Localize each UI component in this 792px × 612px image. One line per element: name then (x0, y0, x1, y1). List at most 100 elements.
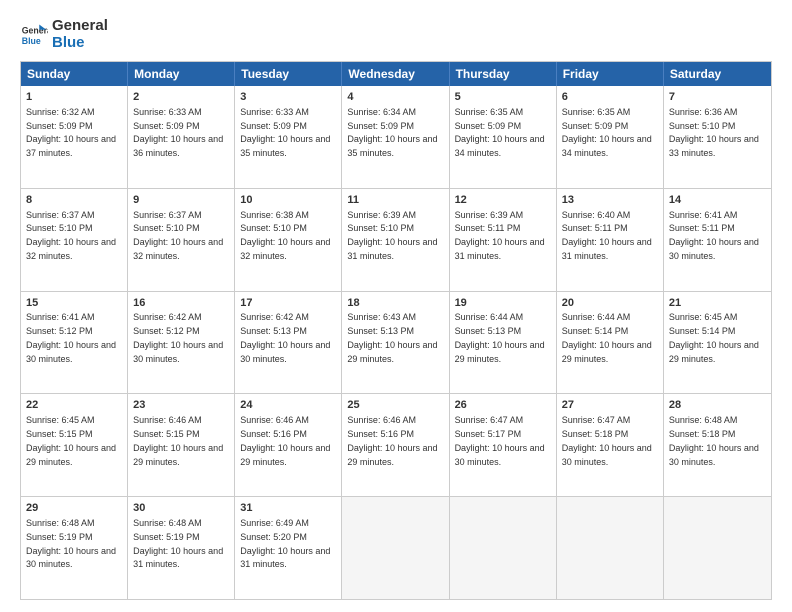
sunrise-info: Sunrise: 6:47 AM (562, 415, 631, 425)
cal-header-friday: Friday (557, 62, 664, 86)
day-number: 27 (562, 398, 658, 413)
cal-header-monday: Monday (128, 62, 235, 86)
sunset-info: Sunset: 5:10 PM (240, 223, 307, 233)
sunset-info: Sunset: 5:10 PM (133, 223, 200, 233)
cal-cell-day-3: 3Sunrise: 6:33 AMSunset: 5:09 PMDaylight… (235, 86, 342, 188)
sunset-info: Sunset: 5:18 PM (562, 429, 629, 439)
day-number: 25 (347, 398, 443, 413)
day-number: 26 (455, 398, 551, 413)
day-number: 13 (562, 193, 658, 208)
daylight-label: Daylight: 10 hours and 31 minutes. (347, 237, 437, 261)
cal-cell-day-2: 2Sunrise: 6:33 AMSunset: 5:09 PMDaylight… (128, 86, 235, 188)
page: General Blue General Blue SundayMondayTu… (0, 0, 792, 612)
cal-cell-day-24: 24Sunrise: 6:46 AMSunset: 5:16 PMDayligh… (235, 394, 342, 496)
daylight-label: Daylight: 10 hours and 29 minutes. (562, 340, 652, 364)
sunrise-info: Sunrise: 6:36 AM (669, 107, 738, 117)
daylight-label: Daylight: 10 hours and 31 minutes. (455, 237, 545, 261)
sunrise-info: Sunrise: 6:43 AM (347, 312, 416, 322)
cal-cell-day-19: 19Sunrise: 6:44 AMSunset: 5:13 PMDayligh… (450, 292, 557, 394)
sunrise-info: Sunrise: 6:46 AM (347, 415, 416, 425)
cal-header-wednesday: Wednesday (342, 62, 449, 86)
cal-cell-day-28: 28Sunrise: 6:48 AMSunset: 5:18 PMDayligh… (664, 394, 771, 496)
sunset-info: Sunset: 5:11 PM (669, 223, 735, 233)
cal-cell-day-29: 29Sunrise: 6:48 AMSunset: 5:19 PMDayligh… (21, 497, 128, 599)
sunrise-info: Sunrise: 6:32 AM (26, 107, 95, 117)
cal-week-1: 1 Sunrise: 6:32 AM Sunset: 5:09 PM Daylight… (21, 86, 771, 189)
sunrise-info: Sunrise: 6:48 AM (133, 518, 202, 528)
sunrise-info: Sunrise: 6:47 AM (455, 415, 524, 425)
svg-text:General: General (22, 25, 48, 35)
day-number: 28 (669, 398, 766, 413)
cal-cell-day-17: 17Sunrise: 6:42 AMSunset: 5:13 PMDayligh… (235, 292, 342, 394)
sunset-info: Sunset: 5:13 PM (347, 326, 414, 336)
calendar-header-row: SundayMondayTuesdayWednesdayThursdayFrid… (21, 62, 771, 86)
sunset-info: Sunset: 5:18 PM (669, 429, 736, 439)
daylight-label: Daylight: 10 hours and 30 minutes. (240, 340, 330, 364)
cal-cell-empty (450, 497, 557, 599)
day-number: 5 (455, 90, 551, 105)
cal-cell-empty (342, 497, 449, 599)
daylight-label: Daylight: 10 hours and 29 minutes. (347, 443, 437, 467)
day-number: 2 (133, 90, 229, 105)
sunset-info: Sunset: 5:13 PM (240, 326, 307, 336)
day-number: 23 (133, 398, 229, 413)
daylight-label: Daylight: 10 hours and 33 minutes. (669, 134, 759, 158)
sunrise-info: Sunrise: 6:42 AM (133, 312, 202, 322)
sunrise-info: Sunrise: 6:40 AM (562, 210, 631, 220)
cal-cell-day-4: 4Sunrise: 6:34 AMSunset: 5:09 PMDaylight… (342, 86, 449, 188)
sunset-info: Sunset: 5:17 PM (455, 429, 522, 439)
day-number: 29 (26, 501, 122, 516)
sunset-info: Sunset: 5:12 PM (133, 326, 200, 336)
sunrise-info: Sunrise: 6:37 AM (26, 210, 95, 220)
day-number: 12 (455, 193, 551, 208)
cal-cell-day-25: 25Sunrise: 6:46 AMSunset: 5:16 PMDayligh… (342, 394, 449, 496)
cal-cell-day-6: 6Sunrise: 6:35 AMSunset: 5:09 PMDaylight… (557, 86, 664, 188)
sunrise-info: Sunrise: 6:38 AM (240, 210, 309, 220)
sunrise-info: Sunrise: 6:44 AM (455, 312, 524, 322)
day-number: 10 (240, 193, 336, 208)
day-number: 16 (133, 296, 229, 311)
day-number: 30 (133, 501, 229, 516)
day-number: 1 (26, 90, 122, 105)
day-number: 7 (669, 90, 766, 105)
sunset-info: Sunset: 5:09 PM (240, 121, 307, 131)
logo: General Blue General Blue (20, 18, 108, 51)
cal-cell-day-27: 27Sunrise: 6:47 AMSunset: 5:18 PMDayligh… (557, 394, 664, 496)
daylight-label: Daylight: 10 hours and 30 minutes. (26, 340, 116, 364)
daylight-label: Daylight: 10 hours and 37 minutes. (26, 134, 116, 158)
cal-cell-day-31: 31Sunrise: 6:49 AMSunset: 5:20 PMDayligh… (235, 497, 342, 599)
sunrise-info: Sunrise: 6:45 AM (669, 312, 738, 322)
day-number: 9 (133, 193, 229, 208)
logo-text-general: General (52, 18, 108, 35)
sunset-info: Sunset: 5:12 PM (26, 326, 93, 336)
cal-week-5: 29Sunrise: 6:48 AMSunset: 5:19 PMDayligh… (21, 497, 771, 599)
sunrise-info: Sunrise: 6:44 AM (562, 312, 631, 322)
day-number: 8 (26, 193, 122, 208)
cal-week-3: 15Sunrise: 6:41 AMSunset: 5:12 PMDayligh… (21, 292, 771, 395)
cal-header-sunday: Sunday (21, 62, 128, 86)
cal-week-2: 8 Sunrise: 6:37 AM Sunset: 5:10 PM Daylight… (21, 189, 771, 292)
daylight-label: Daylight: 10 hours and 31 minutes. (240, 546, 330, 570)
cal-cell-day-16: 16Sunrise: 6:42 AMSunset: 5:12 PMDayligh… (128, 292, 235, 394)
logo-text-blue: Blue (52, 35, 108, 52)
daylight-label: Daylight: 10 hours and 32 minutes. (240, 237, 330, 261)
cal-cell-day-13: 13Sunrise: 6:40 AMSunset: 5:11 PMDayligh… (557, 189, 664, 291)
sunrise-info: Sunrise: 6:39 AM (347, 210, 416, 220)
sunset-info: Sunset: 5:14 PM (562, 326, 629, 336)
daylight-label: Daylight: 10 hours and 30 minutes. (669, 237, 759, 261)
cal-cell-day-10: 10 Sunrise: 6:38 AM Sunset: 5:10 PM Dayligh… (235, 189, 342, 291)
sunset-info: Sunset: 5:11 PM (562, 223, 628, 233)
daylight-label: Daylight: 10 hours and 29 minutes. (240, 443, 330, 467)
header: General Blue General Blue (20, 18, 772, 51)
sunrise-info: Sunrise: 6:45 AM (26, 415, 95, 425)
cal-cell-day-26: 26Sunrise: 6:47 AMSunset: 5:17 PMDayligh… (450, 394, 557, 496)
sunset-info: Sunset: 5:16 PM (240, 429, 307, 439)
day-number: 6 (562, 90, 658, 105)
sunrise-info: Sunrise: 6:42 AM (240, 312, 309, 322)
sunset-info: Sunset: 5:10 PM (26, 223, 93, 233)
cal-week-4: 22Sunrise: 6:45 AMSunset: 5:15 PMDayligh… (21, 394, 771, 497)
cal-cell-day-14: 14Sunrise: 6:41 AMSunset: 5:11 PMDayligh… (664, 189, 771, 291)
daylight-label: Daylight: 10 hours and 32 minutes. (133, 237, 223, 261)
sunset-info: Sunset: 5:09 PM (562, 121, 629, 131)
cal-cell-day-8: 8Sunrise: 6:37 AMSunset: 5:10 PMDaylight… (21, 189, 128, 291)
